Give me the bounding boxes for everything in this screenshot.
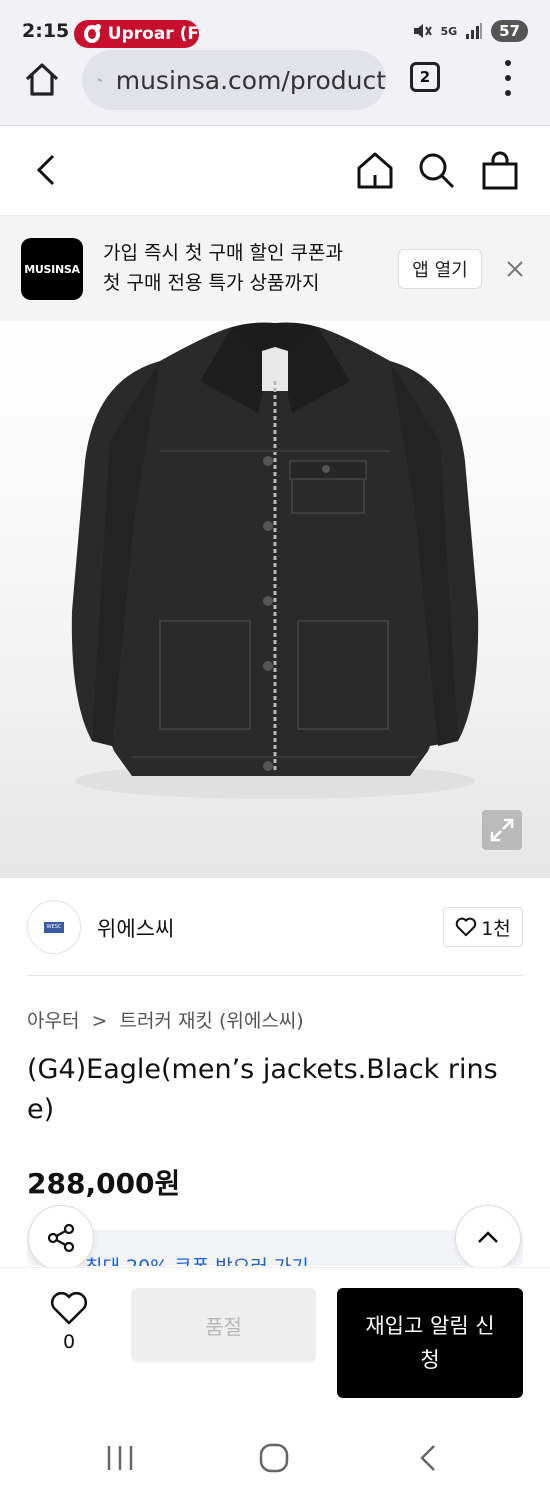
breadcrumb: 아우터 > 트러커 재킷 (위에스씨) bbox=[27, 1006, 304, 1033]
status-icons: 5G 57 bbox=[412, 20, 528, 42]
recent-apps-icon[interactable] bbox=[104, 1443, 136, 1473]
site-settings-icon[interactable] bbox=[98, 68, 102, 92]
product-price: 288,000원 bbox=[27, 1167, 181, 1200]
purchase-bar: 0 품절 재입고 알림 신청 bbox=[0, 1267, 550, 1417]
share-icon bbox=[47, 1223, 75, 1253]
back-icon[interactable] bbox=[27, 150, 67, 190]
brand-like-count: 1천 bbox=[481, 917, 511, 940]
brand-like-button[interactable]: 1천 bbox=[443, 907, 523, 947]
browser-menu-icon[interactable] bbox=[500, 60, 516, 96]
divider bbox=[27, 975, 523, 976]
uproar-notification-pill[interactable]: Uproar (F bbox=[74, 20, 199, 48]
android-navigation-bar bbox=[0, 1417, 550, 1500]
banner-line-2: 첫 구매 전용 특가 상품까지 bbox=[103, 272, 320, 294]
product-image[interactable] bbox=[0, 321, 550, 878]
uproar-text: Uproar (F bbox=[107, 24, 199, 44]
battery-indicator: 57 bbox=[491, 20, 528, 42]
shopping-bag-icon[interactable] bbox=[480, 150, 520, 190]
back-nav-icon[interactable] bbox=[412, 1443, 444, 1473]
browser-home-icon[interactable] bbox=[22, 60, 62, 100]
browser-toolbar: musinsa.com/product 2 bbox=[0, 50, 550, 126]
soldout-button: 품절 bbox=[131, 1288, 316, 1362]
brand-logo[interactable]: WESC bbox=[27, 900, 81, 954]
scroll-top-button[interactable] bbox=[455, 1205, 521, 1271]
signal-icon bbox=[466, 23, 483, 39]
app-header bbox=[0, 126, 550, 216]
chevron-up-icon bbox=[478, 1231, 498, 1243]
mute-icon bbox=[414, 24, 433, 38]
app-download-banner: MUSINSA 가입 즉시 첫 구매 할인 쿠폰과 첫 구매 전용 특가 상품까… bbox=[0, 216, 550, 321]
network-label: 5G bbox=[440, 24, 458, 38]
banner-line-1: 가입 즉시 첫 구매 할인 쿠폰과 bbox=[103, 242, 343, 264]
expand-image-button[interactable] bbox=[482, 810, 522, 850]
status-time: 2:15 bbox=[22, 20, 70, 42]
close-icon[interactable] bbox=[502, 256, 528, 282]
expand-icon bbox=[490, 818, 514, 842]
wishlist-heart-icon[interactable] bbox=[50, 1290, 88, 1326]
url-text: musinsa.com/product bbox=[115, 65, 386, 95]
share-button[interactable] bbox=[28, 1205, 94, 1271]
banner-text: 가입 즉시 첫 구매 할인 쿠폰과 첫 구매 전용 특가 상품까지 bbox=[103, 238, 343, 298]
breadcrumb-separator: > bbox=[91, 1010, 108, 1032]
home-icon[interactable] bbox=[355, 150, 395, 190]
restock-alert-button[interactable]: 재입고 알림 신청 bbox=[337, 1288, 523, 1398]
brand-row: WESC 위에스씨 1천 bbox=[0, 878, 550, 976]
brand-name[interactable]: 위에스씨 bbox=[97, 913, 174, 943]
uproar-icon bbox=[84, 24, 101, 43]
denim-jacket-image bbox=[71, 322, 479, 799]
breadcrumb-subcategory[interactable]: 트러커 재킷 (위에스씨) bbox=[119, 1010, 303, 1032]
coupon-banner[interactable]: 최대 20% 쿠폰 받으러 가기 bbox=[27, 1230, 523, 1266]
brand-logo-text: WESC bbox=[44, 921, 64, 933]
coupon-text: 최대 20% 쿠폰 받으러 가기 bbox=[85, 1252, 309, 1266]
wishlist-count: 0 bbox=[62, 1331, 76, 1353]
open-app-button[interactable]: 앱 열기 bbox=[398, 249, 482, 289]
musinsa-logo: MUSINSA bbox=[21, 238, 83, 300]
product-title: (G4)Eagle(men’s jackets.Black rinse) bbox=[27, 1054, 498, 1125]
heart-icon bbox=[455, 917, 477, 937]
search-icon[interactable] bbox=[416, 150, 456, 190]
tab-switcher-button[interactable]: 2 bbox=[410, 62, 440, 92]
address-bar[interactable]: musinsa.com/product bbox=[82, 50, 386, 110]
breadcrumb-category[interactable]: 아우터 bbox=[27, 1010, 79, 1032]
home-nav-icon[interactable] bbox=[258, 1443, 290, 1473]
